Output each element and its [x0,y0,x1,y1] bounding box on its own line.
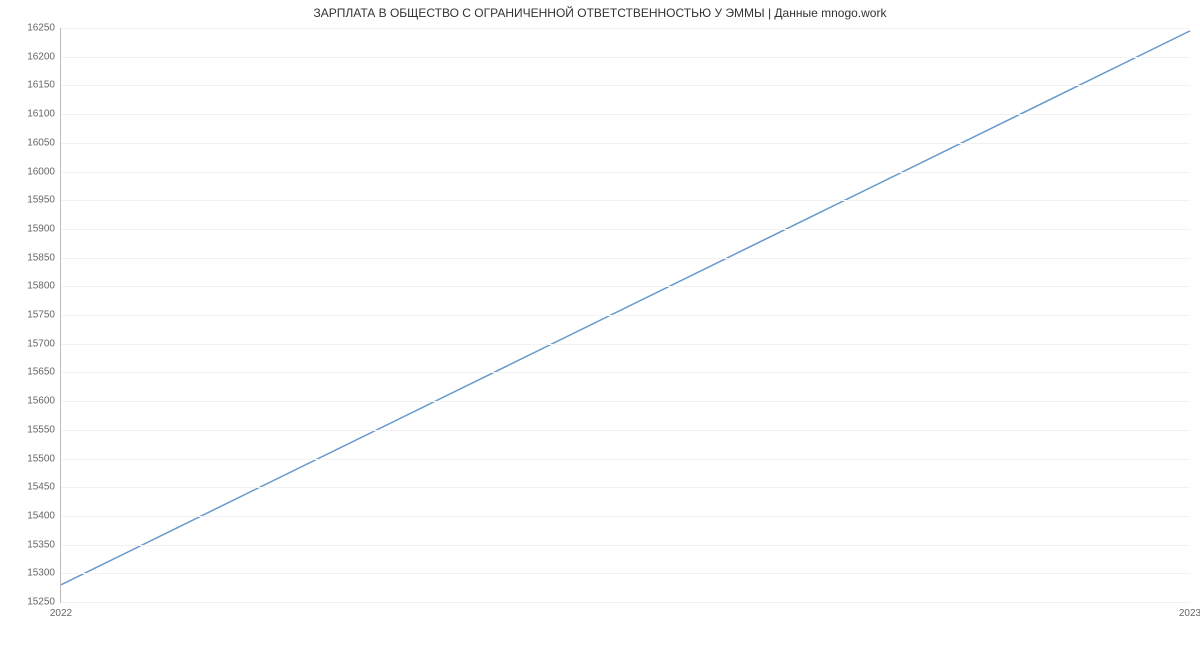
gridline [61,28,1190,29]
y-tick-label: 16100 [27,109,61,120]
y-tick-label: 15900 [27,223,61,234]
y-tick-label: 16250 [27,23,61,34]
y-tick-label: 15750 [27,310,61,321]
y-tick-label: 16050 [27,137,61,148]
y-tick-label: 16200 [27,51,61,62]
gridline [61,545,1190,546]
y-tick-label: 15500 [27,453,61,464]
gridline [61,286,1190,287]
y-tick-label: 15400 [27,510,61,521]
plot-area: 1525015300153501540015450155001555015600… [60,28,1190,603]
gridline [61,229,1190,230]
y-tick-label: 15700 [27,338,61,349]
y-tick-label: 15450 [27,482,61,493]
y-tick-label: 15650 [27,367,61,378]
gridline [61,487,1190,488]
gridline [61,258,1190,259]
gridline [61,459,1190,460]
gridline [61,143,1190,144]
gridline [61,602,1190,603]
gridline [61,344,1190,345]
y-tick-label: 15950 [27,195,61,206]
gridline [61,372,1190,373]
y-tick-label: 16150 [27,80,61,91]
gridline [61,172,1190,173]
y-tick-label: 15850 [27,252,61,263]
chart-title: ЗАРПЛАТА В ОБЩЕСТВО С ОГРАНИЧЕННОЙ ОТВЕТ… [0,6,1200,20]
gridline [61,85,1190,86]
x-tick-label: 2022 [50,602,72,619]
y-tick-label: 15800 [27,281,61,292]
y-tick-label: 15600 [27,396,61,407]
gridline [61,573,1190,574]
gridline [61,200,1190,201]
y-tick-label: 15350 [27,539,61,550]
gridline [61,401,1190,402]
x-tick-label: 2023 [1179,602,1200,619]
gridline [61,114,1190,115]
gridline [61,57,1190,58]
y-tick-label: 15550 [27,424,61,435]
y-tick-label: 16000 [27,166,61,177]
y-tick-label: 15300 [27,568,61,579]
gridline [61,516,1190,517]
gridline [61,315,1190,316]
gridline [61,430,1190,431]
chart-container: ЗАРПЛАТА В ОБЩЕСТВО С ОГРАНИЧЕННОЙ ОТВЕТ… [0,0,1200,650]
